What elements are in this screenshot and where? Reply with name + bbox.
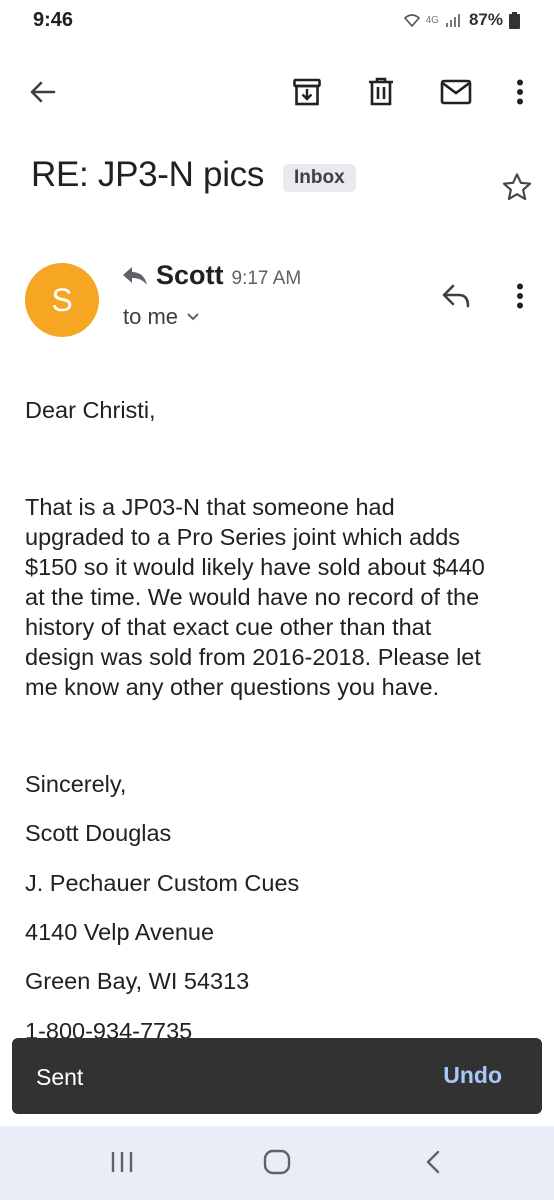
reply-icon[interactable] (436, 276, 476, 316)
inbox-label-badge[interactable]: Inbox (283, 164, 356, 192)
sender-line: Scott 9:17 AM (122, 260, 301, 291)
body-line: design was sold from 2016-2018. Please l… (25, 644, 481, 670)
system-nav-bar (0, 1126, 554, 1200)
undo-button[interactable]: Undo (443, 1062, 502, 1089)
wifi-icon (403, 14, 420, 27)
snackbar-message: Sent (36, 1064, 84, 1090)
body-line: $150 so it would likely have sold about … (25, 554, 485, 580)
chevron-down-icon (187, 313, 199, 321)
status-time: 9:46 (33, 9, 74, 31)
replied-icon (123, 266, 147, 285)
back-arrow-icon[interactable] (22, 72, 62, 112)
signature-name: Scott Douglas (25, 820, 172, 846)
sender-name: Scott (156, 260, 224, 290)
back-icon[interactable] (413, 1142, 453, 1182)
recent-apps-icon[interactable] (102, 1142, 142, 1182)
signature-city: Green Bay, WI 54313 (25, 968, 250, 994)
signature-closing: Sincerely, (25, 771, 127, 797)
delete-icon[interactable] (361, 72, 401, 112)
body-greeting: Dear Christi, (25, 397, 156, 423)
signature-street: 4140 Velp Avenue (25, 919, 215, 945)
signature-company: J. Pechauer Custom Cues (25, 870, 300, 896)
recipient-label: to me (123, 304, 179, 329)
message-more-icon[interactable] (500, 276, 540, 316)
more-vert-icon[interactable] (500, 72, 540, 112)
body-line: history of that exact cue other than tha… (25, 614, 432, 640)
battery-icon (509, 11, 520, 29)
battery-percent: 87% (468, 10, 503, 29)
body-paragraph: That is a JP03-N that someone had upgrad… (25, 492, 535, 702)
body-line: me know any other questions you have. (25, 674, 440, 700)
star-icon[interactable] (497, 167, 537, 207)
sender-avatar[interactable]: S (25, 263, 99, 337)
status-indicators: 4G 87% (403, 10, 520, 30)
mail-icon[interactable] (436, 72, 476, 112)
body-line: at the time. We would have no record of … (25, 584, 480, 610)
body-line: That is a JP03-N that someone had (25, 494, 395, 520)
home-icon[interactable] (257, 1142, 297, 1182)
email-subject: RE: JP3-N pics (31, 155, 265, 194)
network-type: 4G (425, 14, 439, 26)
signal-icon (445, 14, 460, 27)
body-line: upgraded to a Pro Series joint which add… (25, 524, 461, 550)
recipient-toggle[interactable]: to me (123, 304, 200, 330)
snackbar: Sent Undo (12, 1038, 542, 1114)
archive-icon[interactable] (287, 72, 327, 112)
sender-time: 9:17 AM (231, 268, 302, 289)
